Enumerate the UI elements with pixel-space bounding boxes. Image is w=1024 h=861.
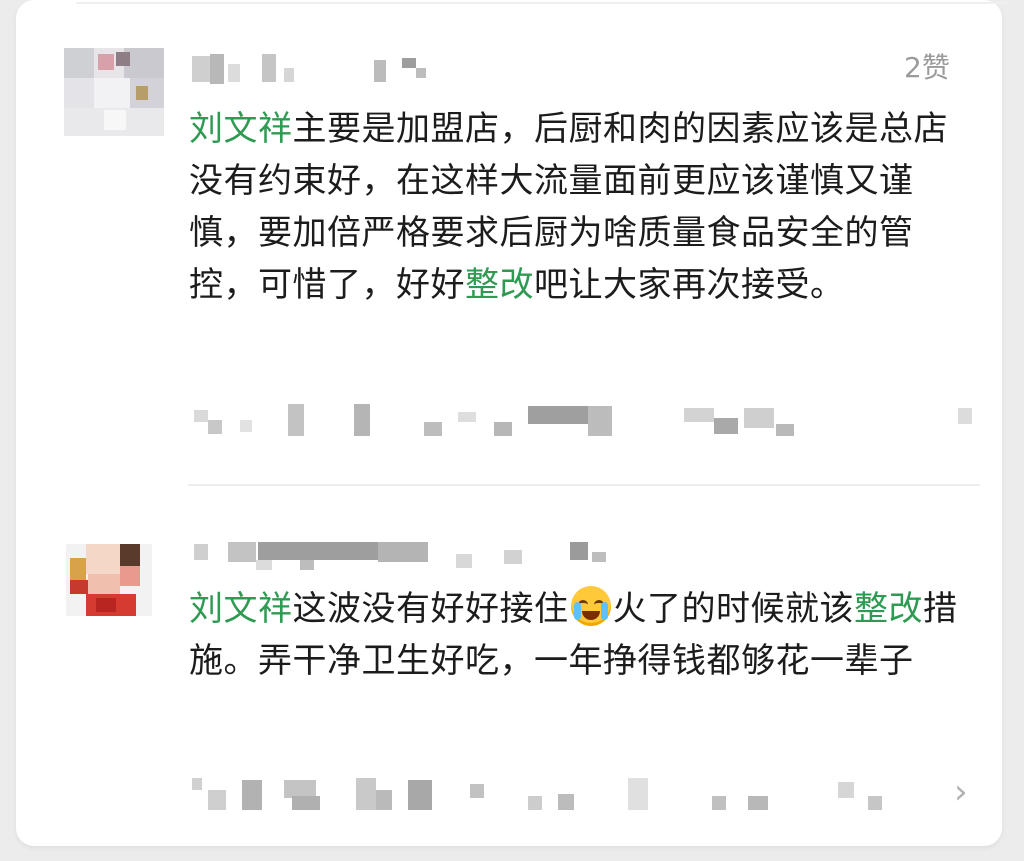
comment-meta-blurred: [188, 778, 948, 810]
like-count[interactable]: 2赞: [904, 46, 984, 86]
comment-body-mid: 火了的时候就该: [612, 589, 854, 629]
username-blurred[interactable]: [188, 50, 448, 88]
avatar[interactable]: [66, 544, 152, 616]
comment-body-end: 吧让大家再次接受。: [534, 265, 845, 305]
comment-text: 刘文祥主要是加盟店，后厨和肉的因素应该是总店没有约束好，在这样大流量面前更应该谨…: [189, 103, 979, 311]
username-blurred[interactable]: [188, 540, 628, 574]
keyword-link[interactable]: 整改: [854, 589, 923, 629]
mention-link[interactable]: 刘文祥: [189, 109, 293, 149]
comment-divider: [188, 484, 980, 486]
comment-card: 2赞 刘文祥主要是加盟店，后厨和肉的因素应该是总店没有约束好，在这样大流量面前更…: [16, 0, 1006, 846]
comment-body: 这波没有好好接住: [292, 589, 569, 629]
avatar[interactable]: [64, 48, 164, 136]
mention-link[interactable]: 刘文祥: [189, 589, 293, 629]
comment-text: 刘文祥这波没有好好接住 火了的时候就该整改措施。弄干净卫生好吃，一年挣得钱都够花一…: [189, 583, 979, 687]
loudly-crying-face-icon: [570, 586, 611, 626]
top-divider: [76, 2, 1006, 4]
comment-meta-blurred: [188, 404, 988, 436]
keyword-link[interactable]: 整改: [465, 265, 534, 305]
chevron-right-icon[interactable]: ›: [954, 772, 968, 812]
